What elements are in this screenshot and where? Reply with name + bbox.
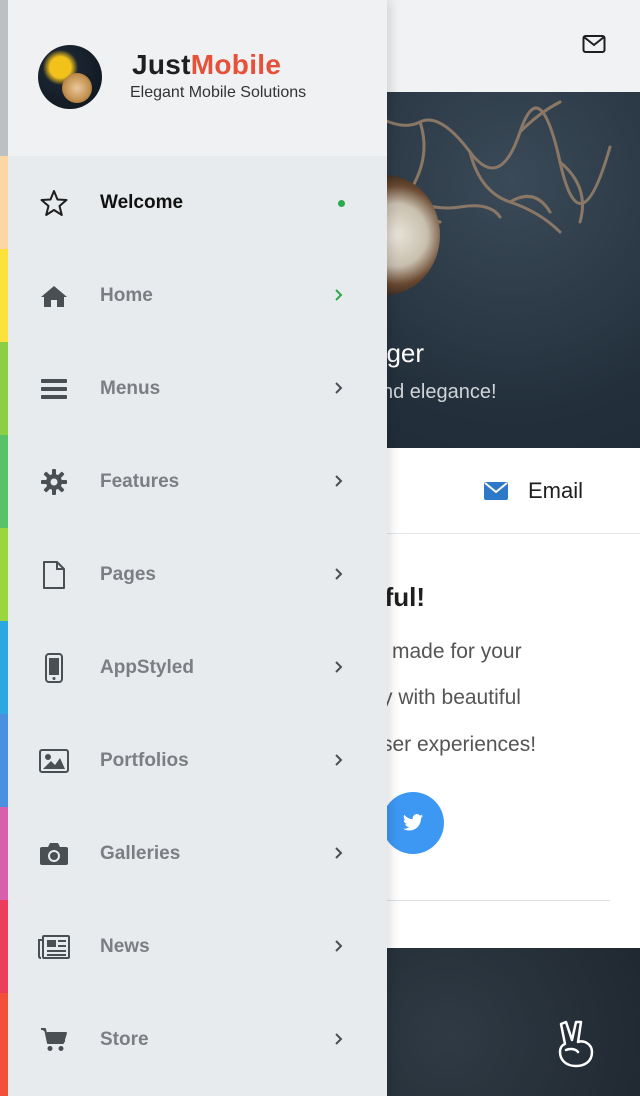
sidebar-item-welcome[interactable]: Welcome [8, 156, 387, 249]
sidebar-item-store[interactable]: Store [8, 993, 387, 1086]
color-strip-segment [0, 528, 8, 621]
sidebar-item-label: Galleries [100, 843, 181, 864]
sidebar-item-label: Menus [100, 378, 161, 399]
email-link[interactable]: Email [528, 478, 583, 504]
sidebar-item-home[interactable]: Home [8, 249, 387, 342]
newspaper-icon [38, 933, 70, 961]
chevron-right-icon [335, 382, 343, 394]
color-strip-segment [0, 900, 8, 993]
color-strip-segment [0, 435, 8, 528]
content-line: made for your [392, 640, 522, 663]
image-icon [38, 747, 70, 775]
mobile-icon [38, 653, 70, 683]
bars-icon [38, 375, 70, 403]
color-strip-segment [0, 0, 8, 156]
chevron-right-icon [335, 754, 343, 766]
sidebar-item-label: Portfolios [100, 750, 189, 771]
brand-tagline: Elegant Mobile Solutions [130, 84, 307, 101]
color-strip-segment [0, 156, 8, 249]
sidebar-item-galleries[interactable]: Galleries [8, 807, 387, 900]
gear-icon [38, 468, 70, 496]
sidebar-item-pages[interactable]: Pages [8, 528, 387, 621]
chevron-right-icon [335, 568, 343, 580]
color-strip-segment [0, 714, 8, 807]
camera-icon [38, 840, 70, 868]
sidebar-item-label: Features [100, 471, 180, 492]
sidebar-item-menus[interactable]: Menus [8, 342, 387, 435]
home-icon [38, 282, 70, 310]
cart-icon [38, 1026, 70, 1054]
mail-icon[interactable] [582, 34, 606, 54]
envelope-icon [484, 482, 508, 500]
chevron-right-icon [335, 475, 343, 487]
sidebar-item-label: News [100, 936, 150, 957]
brand-name-part2: Mobile [190, 49, 282, 80]
peace-hand-icon[interactable] [554, 1018, 598, 1068]
active-indicator-dot [338, 200, 345, 207]
sidebar-item-label: Welcome [100, 192, 184, 213]
color-strip-segment [0, 249, 8, 342]
twitter-button[interactable] [382, 792, 444, 854]
chevron-right-icon [335, 289, 343, 301]
sidebar-item-features[interactable]: Features [8, 435, 387, 528]
sidebar-item-label: AppStyled [100, 657, 194, 678]
twitter-icon [402, 814, 424, 831]
sidebar-drawer: JustMobile Elegant Mobile Solutions Welc… [0, 0, 387, 1096]
star-icon [38, 189, 70, 217]
brand-logo[interactable]: JustMobile [132, 49, 281, 81]
chevron-right-icon [335, 847, 343, 859]
color-strip-segment [0, 993, 8, 1096]
sidebar-item-label: Store [100, 1029, 149, 1050]
color-strip-segment [0, 807, 8, 900]
color-strip-segment [0, 621, 8, 714]
chevron-right-icon [335, 940, 343, 952]
hero-subtitle: nd elegance! [382, 381, 497, 403]
sidebar-item-appstyled[interactable]: AppStyled [8, 621, 387, 714]
sidebar-item-label: Home [100, 285, 153, 306]
chevron-right-icon [335, 1033, 343, 1045]
file-icon [38, 561, 70, 589]
sidebar-item-label: Pages [100, 564, 156, 585]
brand-name-part1: Just [132, 49, 191, 80]
avatar[interactable] [38, 45, 102, 109]
content-divider [386, 900, 610, 901]
color-strip-segment [0, 342, 8, 435]
sidebar-item-portfolios[interactable]: Portfolios [8, 714, 387, 807]
chevron-right-icon [335, 661, 343, 673]
sidebar-item-news[interactable]: News [8, 900, 387, 993]
content-line: ser experiences! [382, 733, 537, 756]
content-line: y with beautiful [382, 686, 521, 709]
